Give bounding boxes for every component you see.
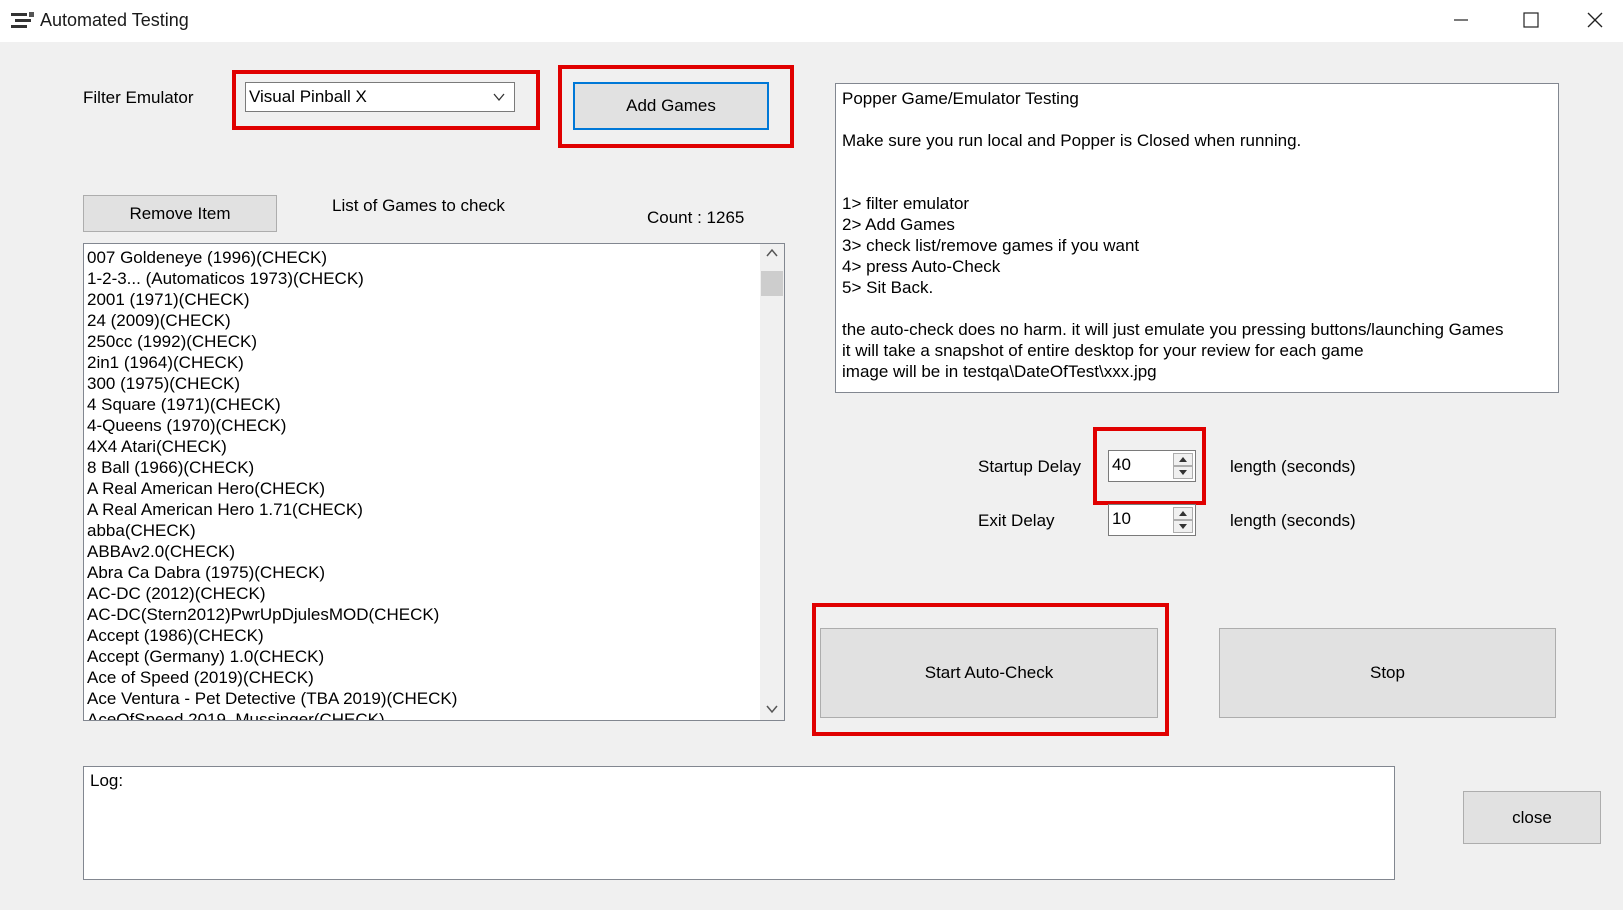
maximize-icon <box>1523 12 1539 28</box>
list-item[interactable]: ABBAv2.0(CHECK) <box>87 541 757 562</box>
spin-up-icon[interactable] <box>1173 453 1193 466</box>
minimize-button[interactable] <box>1425 0 1495 42</box>
maximize-button[interactable] <box>1495 0 1565 42</box>
scrollbar-thumb[interactable] <box>761 271 783 296</box>
list-item[interactable]: 4X4 Atari(CHECK) <box>87 436 757 457</box>
instructions-textbox[interactable]: Popper Game/Emulator Testing Make sure yo… <box>835 83 1559 393</box>
list-icon <box>11 12 34 28</box>
instructions-text: Popper Game/Emulator Testing Make sure yo… <box>842 88 1552 382</box>
chevron-down-icon <box>493 93 505 102</box>
list-item[interactable]: 4-Queens (1970)(CHECK) <box>87 415 757 436</box>
startup-delay-label: Startup Delay <box>978 457 1081 476</box>
start-auto-check-button[interactable]: Start Auto-Check <box>820 628 1158 718</box>
title-bar: Automated Testing <box>0 0 1623 42</box>
list-item[interactable]: Accept (Germany) 1.0(CHECK) <box>87 646 757 667</box>
instructions-line: the auto-check does no harm. it will jus… <box>842 320 1504 339</box>
startup-delay-unit: length (seconds) <box>1230 457 1356 476</box>
instructions-line <box>842 172 1552 193</box>
close-window-button[interactable] <box>1565 0 1623 42</box>
list-item[interactable]: 4 Square (1971)(CHECK) <box>87 394 757 415</box>
startup-delay-spinner[interactable]: 40 <box>1108 450 1196 482</box>
games-list: 007 Goldeneye (1996)(CHECK) 1-2-3... (Aut… <box>87 247 757 720</box>
list-item[interactable]: Ace of Speed (2019)(CHECK) <box>87 667 757 688</box>
stop-button[interactable]: Stop <box>1219 628 1556 718</box>
close-button[interactable]: close <box>1463 791 1601 844</box>
scroll-down-icon[interactable] <box>766 704 778 714</box>
emulator-select[interactable]: Visual Pinball X <box>245 82 515 112</box>
list-item[interactable]: Ace Ventura - Pet Detective (TBA 2019)(C… <box>87 688 757 709</box>
add-games-button[interactable]: Add Games <box>573 82 769 130</box>
list-item[interactable]: A Real American Hero 1.71(CHECK) <box>87 499 757 520</box>
list-item[interactable]: 2001 (1971)(CHECK) <box>87 289 757 310</box>
instructions-line: 4> press Auto-Check <box>842 257 1001 276</box>
instructions-line <box>842 109 1552 130</box>
list-item[interactable]: 300 (1975)(CHECK) <box>87 373 757 394</box>
list-item[interactable]: Abra Ca Dabra (1975)(CHECK) <box>87 562 757 583</box>
list-item[interactable]: 24 (2009)(CHECK) <box>87 310 757 331</box>
log-textbox[interactable]: Log: <box>83 766 1395 880</box>
spin-down-icon[interactable] <box>1173 520 1193 533</box>
instructions-line <box>842 151 1552 172</box>
list-item[interactable]: A Real American Hero(CHECK) <box>87 478 757 499</box>
list-item[interactable]: 250cc (1992)(CHECK) <box>87 331 757 352</box>
exit-delay-spinner[interactable]: 10 <box>1108 504 1196 536</box>
list-item[interactable]: 2in1 (1964)(CHECK) <box>87 352 757 373</box>
spin-down-icon[interactable] <box>1173 466 1193 479</box>
log-label: Log: <box>90 771 124 790</box>
instructions-line: 3> check list/remove games if you want <box>842 236 1140 255</box>
window-title: Automated Testing <box>40 10 189 30</box>
exit-delay-label: Exit Delay <box>978 511 1055 530</box>
list-item[interactable]: AC-DC (2012)(CHECK) <box>87 583 757 604</box>
instructions-line: Popper Game/Emulator Testing <box>842 89 1079 108</box>
instructions-line: image will be in testqa\DateOfTest\xxx.j… <box>842 362 1157 381</box>
spin-up-icon[interactable] <box>1173 507 1193 520</box>
instructions-line: 1> filter emulator <box>842 194 970 213</box>
instructions-line: 5> Sit Back. <box>842 278 934 297</box>
exit-delay-unit: length (seconds) <box>1230 511 1356 530</box>
games-count: Count : 1265 <box>647 208 745 227</box>
remove-item-button[interactable]: Remove Item <box>83 195 277 232</box>
list-item[interactable]: abba(CHECK) <box>87 520 757 541</box>
list-item[interactable]: Accept (1986)(CHECK) <box>87 625 757 646</box>
games-listbox[interactable]: 007 Goldeneye (1996)(CHECK) 1-2-3... (Aut… <box>83 243 785 721</box>
close-icon <box>1587 12 1603 28</box>
startup-delay-value: 40 <box>1112 455 1131 474</box>
scroll-up-icon[interactable] <box>766 248 778 258</box>
emulator-select-value: Visual Pinball X <box>249 87 367 106</box>
list-item[interactable]: AC-DC(Stern2012)PwrUpDjulesMOD(CHECK) <box>87 604 757 625</box>
list-item[interactable]: AceOfSpeed 2019_Mussinger(CHECK) <box>87 709 757 720</box>
minimize-icon <box>1454 19 1468 21</box>
games-list-label: List of Games to check <box>332 196 505 215</box>
list-item[interactable]: 1-2-3... (Automaticos 1973)(CHECK) <box>87 268 757 289</box>
list-item[interactable]: 007 Goldeneye (1996)(CHECK) <box>87 247 757 268</box>
games-scrollbar[interactable] <box>760 244 784 720</box>
list-item[interactable]: 8 Ball (1966)(CHECK) <box>87 457 757 478</box>
instructions-line: it will take a snapshot of entire deskto… <box>842 341 1364 360</box>
filter-emulator-label: Filter Emulator <box>83 88 194 107</box>
instructions-line <box>842 298 1552 319</box>
instructions-line: 2> Add Games <box>842 215 955 234</box>
exit-delay-value: 10 <box>1112 509 1131 528</box>
instructions-line: Make sure you run local and Popper is Cl… <box>842 131 1302 150</box>
